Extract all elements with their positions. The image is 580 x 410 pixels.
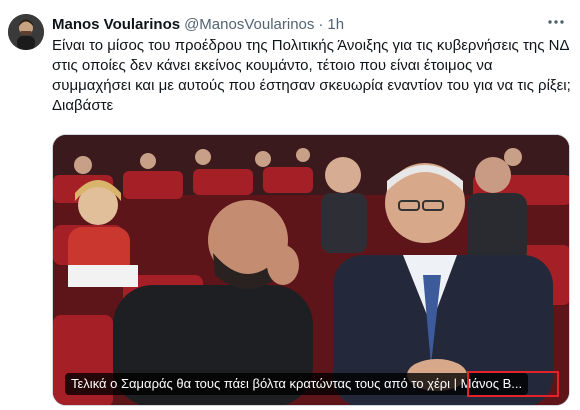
separator-dot: · xyxy=(318,15,324,33)
card-title[interactable]: Τελικά ο Σαμαράς θα τους πάει βόλτα κρατ… xyxy=(65,373,529,395)
tweet[interactable]: Manos Voularinos @ManosVoularinos · 1h Ε… xyxy=(0,0,580,410)
card-photo xyxy=(53,135,569,405)
more-dots-icon[interactable] xyxy=(544,12,568,32)
tweet-header: Manos Voularinos @ManosVoularinos · 1h xyxy=(52,14,344,34)
author-handle[interactable]: @ManosVoularinos xyxy=(184,16,314,33)
author-avatar[interactable] xyxy=(8,14,44,50)
tweet-timestamp[interactable]: 1h xyxy=(327,16,344,33)
tweet-text: Είναι το μίσος του προέδρου της Πολιτική… xyxy=(52,37,571,114)
site-watermark-logo xyxy=(467,371,559,397)
link-card[interactable]: Τελικά ο Σαμαράς θα τους πάει βόλτα κρατ… xyxy=(52,134,570,406)
author-name[interactable]: Manos Voularinos xyxy=(52,16,180,33)
